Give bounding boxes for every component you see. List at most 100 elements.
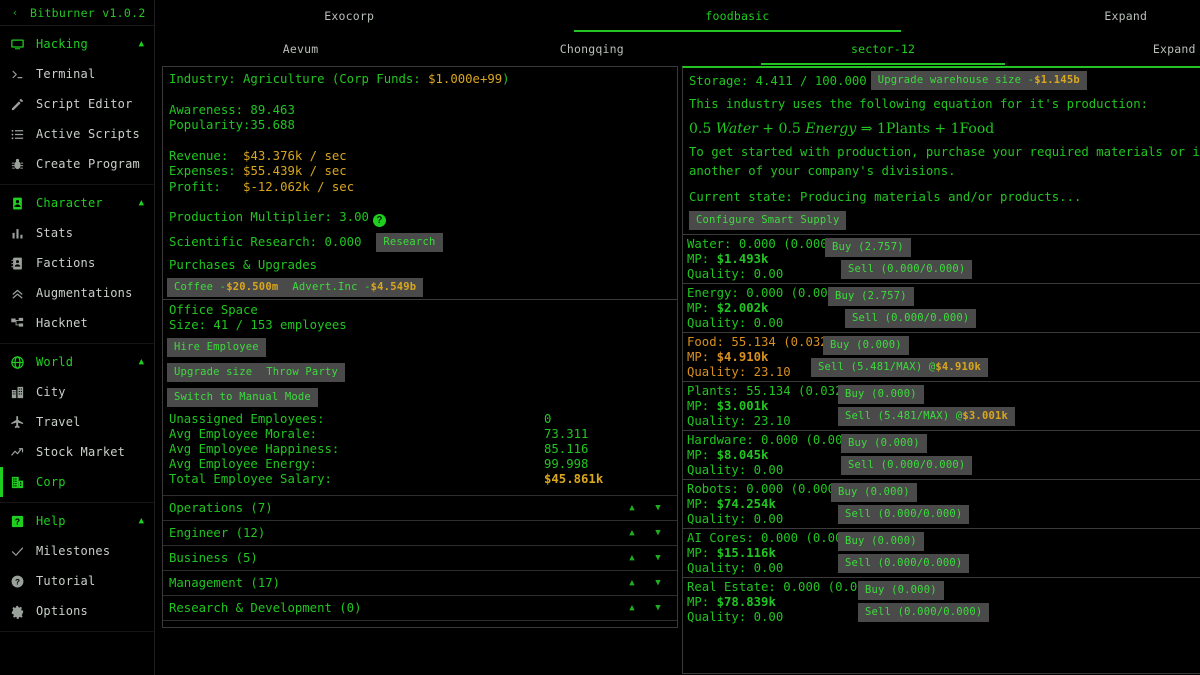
sidebar-item-travel[interactable]: Travel — [0, 407, 154, 437]
material-sell-button[interactable]: Sell (0.000/0.000) — [841, 260, 972, 279]
expenses-line: Expenses: $55.439k / sec — [169, 164, 671, 180]
sidebar-group-label: World — [36, 355, 73, 369]
triangle-down-icon[interactable]: ▼ — [645, 503, 671, 513]
division-tab-expand[interactable]: Expand — [932, 0, 1200, 33]
city-tab-sector-12[interactable]: sector-12 — [737, 33, 1028, 66]
city-tab-expand[interactable]: Expand — [1029, 33, 1200, 66]
panels-container: Industry: Agriculture (Corp Funds: $1.00… — [155, 66, 1200, 674]
gear-icon — [10, 604, 36, 619]
sidebar-item-milestones[interactable]: Milestones — [0, 536, 154, 566]
corp-funds-value: $1.000e+99 — [428, 72, 502, 86]
chevron-up-icon[interactable]: ▲ — [139, 358, 144, 367]
sidebar-item-tutorial[interactable]: ?Tutorial — [0, 566, 154, 596]
city-tabs: AevumChongqingsector-12Expand — [155, 33, 1200, 66]
sidebar-header-hacking[interactable]: Hacking▲ — [0, 29, 154, 59]
material-sell-button[interactable]: Sell (0.000/0.000) — [845, 309, 976, 328]
material-trade-buttons: Buy (0.000) Sell (5.481/MAX) @$3.001k — [838, 385, 1015, 429]
revenue-label: Revenue: — [169, 149, 243, 163]
sidebar-item-stock-market[interactable]: Stock Market — [0, 437, 154, 467]
eq-a-name: Water — [716, 121, 758, 137]
switch-manual-mode-button[interactable]: Switch to Manual Mode — [167, 388, 318, 407]
city-tab-chongqing[interactable]: Chongqing — [446, 33, 737, 66]
office-size-label: Size: 41 / 153 employees — [169, 318, 671, 334]
chevron-up-icon[interactable]: ▲ — [139, 199, 144, 208]
division-tab-exocorp[interactable]: Exocorp — [155, 0, 543, 33]
help-box-icon: ? — [10, 514, 36, 529]
division-tab-foodbasic[interactable]: foodbasic — [543, 0, 931, 33]
material-sell-button[interactable]: Sell (5.481/MAX) @$3.001k — [838, 407, 1015, 426]
sidebar-item-corp[interactable]: Corp — [0, 467, 154, 497]
check-icon — [10, 544, 36, 559]
upgrade-office-size-button[interactable]: Upgrade size — [167, 363, 259, 382]
material-row: Hardware: 0.000 (0.000/s)MP: $8.045kQual… — [683, 430, 1200, 479]
job-label: Business (5) — [169, 551, 619, 565]
material-buy-button[interactable]: Buy (0.000) — [823, 336, 909, 355]
coffee-button[interactable]: Coffee - $20.500m — [167, 278, 285, 297]
chevron-up-icon[interactable]: ▲ — [139, 40, 144, 49]
material-buy-button[interactable]: Buy (2.757) — [825, 238, 911, 257]
sidebar-item-factions[interactable]: Factions — [0, 248, 154, 278]
triangle-up-icon[interactable]: ▲ — [619, 553, 645, 563]
advert-price: $4.549b — [371, 281, 417, 294]
sidebar-item-hacknet[interactable]: Hacknet — [0, 308, 154, 338]
advert-label: Advert.Inc - — [292, 281, 370, 294]
triangle-up-icon[interactable]: ▲ — [619, 503, 645, 513]
hire-employee-button[interactable]: Hire Employee — [167, 338, 266, 357]
upgrade-warehouse-button[interactable]: Upgrade warehouse size - $1.145b — [871, 71, 1087, 90]
chevron-up-icon[interactable]: ▲ — [139, 517, 144, 526]
profit-value: $-12.062k / sec — [243, 180, 354, 194]
material-buy-button[interactable]: Buy (0.000) — [841, 434, 927, 453]
city-tab-aevum[interactable]: Aevum — [155, 33, 446, 66]
material-buy-button[interactable]: Buy (0.000) — [831, 483, 917, 502]
sidebar-item-terminal[interactable]: Terminal — [0, 59, 154, 89]
question-circle-icon[interactable]: ? — [373, 214, 386, 227]
chevron-left-icon[interactable]: ‹ — [0, 6, 30, 19]
triangle-up-icon[interactable]: ▲ — [619, 528, 645, 538]
sidebar-item-script-editor[interactable]: Script Editor — [0, 89, 154, 119]
office-stat-row: Total Employee Salary:$45.861k — [163, 472, 677, 487]
sidebar-item-options[interactable]: Options — [0, 596, 154, 626]
sidebar-item-stats[interactable]: Stats — [0, 218, 154, 248]
current-state-line: Current state: Producing materials and/o… — [683, 182, 1200, 208]
sidebar-item-create-program[interactable]: Create Program — [0, 149, 154, 179]
sidebar-item-label: Stats — [36, 226, 73, 240]
sidebar-item-active-scripts[interactable]: Active Scripts — [0, 119, 154, 149]
scientific-research-label: Scientific Research: 0.000 — [169, 235, 362, 249]
office-stats: Unassigned Employees:0Avg Employee Moral… — [163, 412, 677, 487]
sidebar-header-help[interactable]: ?Help ▲ — [0, 506, 154, 536]
throw-party-button[interactable]: Throw Party — [259, 363, 345, 382]
triangle-down-icon[interactable]: ▼ — [645, 553, 671, 563]
job-label: Training (0) — [169, 626, 619, 628]
material-buy-button[interactable]: Buy (2.757) — [828, 287, 914, 306]
triangle-down-icon[interactable]: ▼ — [645, 528, 671, 538]
sidebar-item-city[interactable]: City — [0, 377, 154, 407]
sidebar-group-label: Help — [36, 514, 66, 528]
sidebar-header-world[interactable]: World ▲ — [0, 347, 154, 377]
triangle-down-icon[interactable]: ▼ — [645, 578, 671, 588]
material-sell-button[interactable]: Sell (0.000/0.000) — [841, 456, 972, 475]
office-stat-value: 99.998 — [544, 457, 588, 472]
production-multiplier-line: Production Multiplier: 3.00? — [169, 210, 671, 227]
material-sell-button[interactable]: Sell (0.000/0.000) — [858, 603, 989, 622]
material-buy-button[interactable]: Buy (0.000) — [838, 532, 924, 551]
material-sell-button[interactable]: Sell (5.481/MAX) @$4.910k — [811, 358, 988, 377]
office-stat-row: Unassigned Employees:0 — [163, 412, 677, 427]
research-button[interactable]: Research — [376, 233, 442, 252]
triangle-up-icon[interactable]: ▲ — [619, 603, 645, 613]
office-space-section: Office Space Size: 41 / 153 employees Hi… — [163, 299, 677, 628]
triangle-down-icon[interactable]: ▼ — [645, 603, 671, 613]
material-buy-button[interactable]: Buy (0.000) — [858, 581, 944, 600]
industry-header-line: Industry: Agriculture (Corp Funds: $1.00… — [169, 72, 671, 88]
material-sell-button[interactable]: Sell (0.000/0.000) — [838, 505, 969, 524]
configure-smart-supply-button[interactable]: Configure Smart Supply — [689, 211, 846, 230]
sidebar-item-label: Options — [36, 604, 88, 618]
advert-inc-button[interactable]: Advert.Inc - $4.549b — [285, 278, 423, 297]
sidebar-item-label: Stock Market — [36, 445, 125, 459]
sidebar-item-label: Milestones — [36, 544, 110, 558]
sidebar-item-augmentations[interactable]: Augmentations — [0, 278, 154, 308]
material-sell-button[interactable]: Sell (0.000/0.000) — [838, 554, 969, 573]
sidebar-header-character[interactable]: Character▲ — [0, 188, 154, 218]
sidebar-item-label: City — [36, 385, 66, 399]
material-buy-button[interactable]: Buy (0.000) — [838, 385, 924, 404]
triangle-up-icon[interactable]: ▲ — [619, 578, 645, 588]
